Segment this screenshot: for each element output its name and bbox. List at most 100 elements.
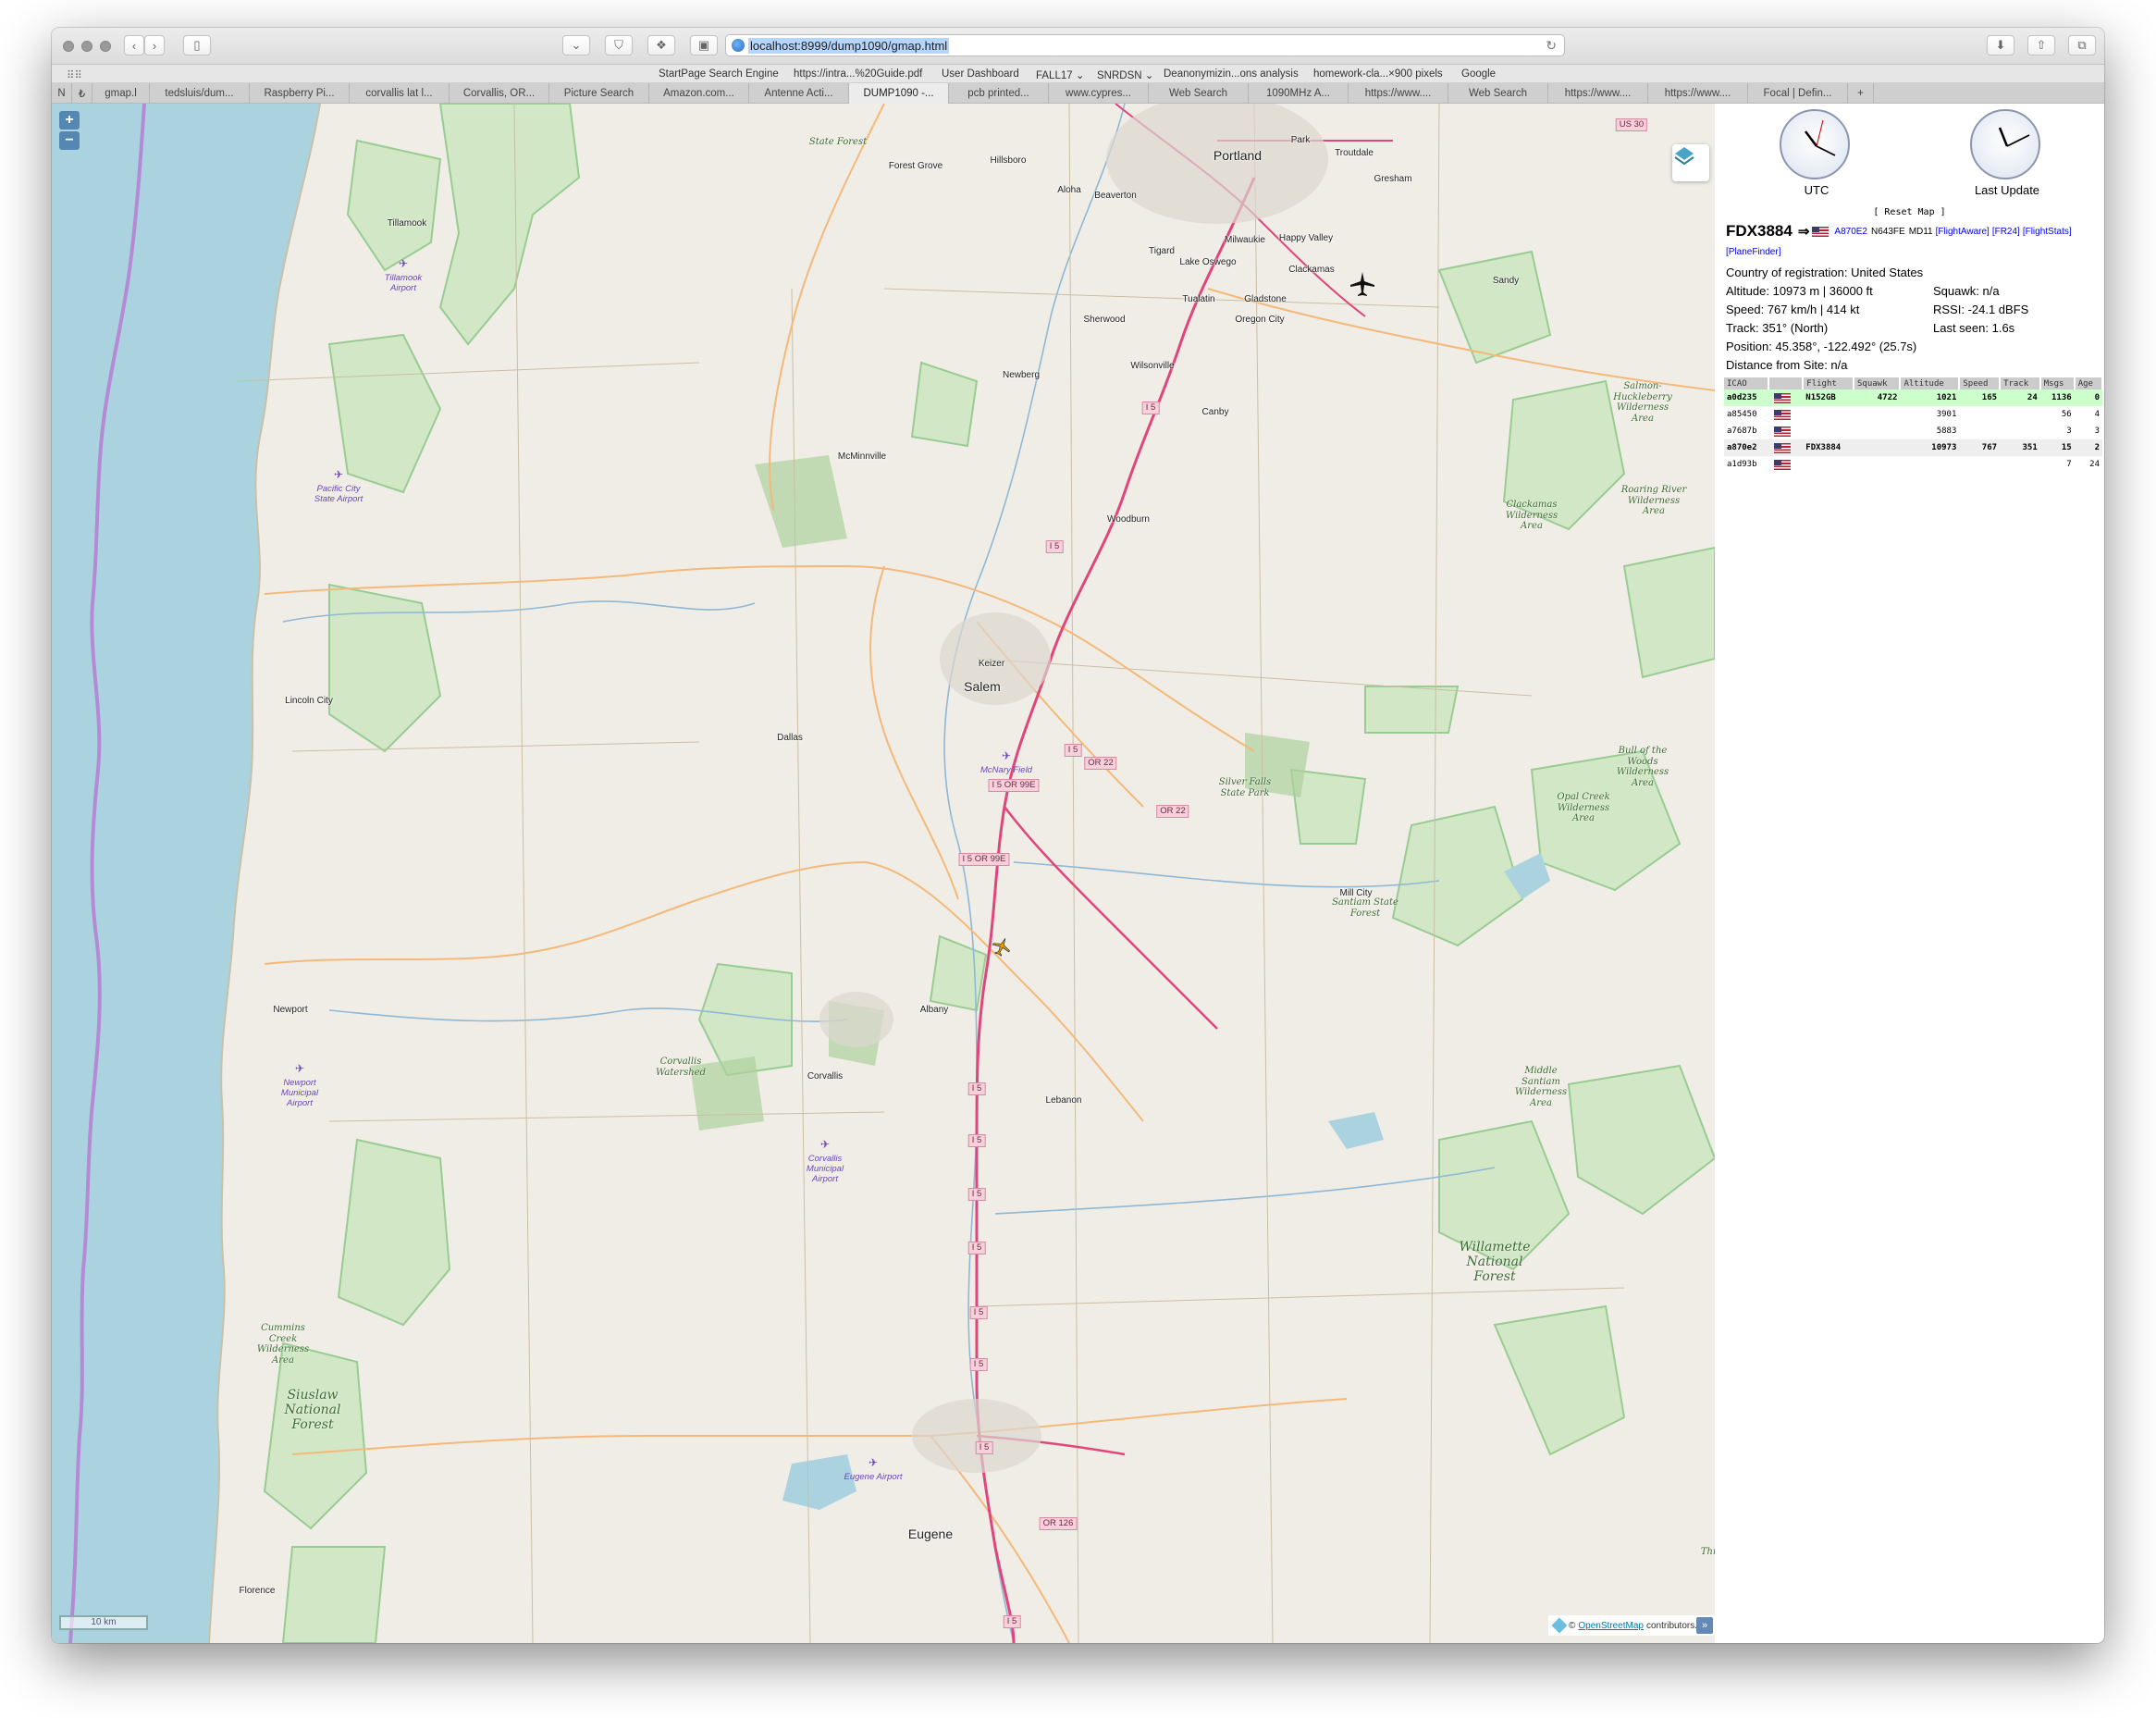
browser-tab[interactable]: DUMP1090 -...: [849, 83, 949, 104]
browser-tab[interactable]: Raspberry Pi...: [250, 83, 350, 104]
column-header[interactable]: Msgs: [2039, 377, 2076, 389]
bookmark-item[interactable]: User Dashboard: [942, 68, 1019, 80]
column-header[interactable]: Track: [2000, 377, 2041, 389]
browser-tab[interactable]: Antenne Acti...: [749, 83, 849, 104]
aircraft-type: MD11: [1908, 226, 1933, 237]
route-shield: OR 126: [1039, 1517, 1078, 1531]
table-row[interactable]: a7687b 5883 3 3: [1724, 423, 2102, 439]
last-update-clock-face: [1970, 109, 2040, 179]
speed-cell: 767: [1959, 439, 2001, 456]
column-header[interactable]: Age: [2074, 377, 2104, 389]
browser-tab[interactable]: ₺: [72, 83, 92, 104]
browser-tab[interactable]: tedsluis/dum...: [150, 83, 250, 104]
icao-link[interactable]: A870E2: [1834, 227, 1867, 237]
table-body: a0d235 N152GB 4722 1021 165 24 1136 0 a85450 3901…: [1724, 389, 2102, 473]
browser-tab[interactable]: gmap.l: [92, 83, 150, 104]
browser-tab[interactable]: Web Search: [1448, 83, 1548, 104]
speed-text: Speed: 767 km/h | 414 kt: [1726, 303, 1860, 316]
sidebar-button[interactable]: ▯: [183, 35, 211, 56]
place-label: Troutdale: [1335, 148, 1374, 158]
pocket-button[interactable]: ⌄: [562, 35, 590, 56]
table-row[interactable]: a0d235 N152GB 4722 1021 165 24 1136 0: [1724, 389, 2102, 406]
flightstats-link[interactable]: [FlightStats]: [2023, 227, 2072, 237]
address-bar[interactable]: localhost:8999/dump1090/gmap.html ↻: [725, 34, 1565, 56]
flag-cell: [1768, 456, 1803, 473]
map-canvas[interactable]: Portland Gresham Troutdale Hillsboro Forest …: [52, 104, 1715, 1643]
us-flag-icon: [1773, 442, 1791, 453]
zoom-out-button[interactable]: −: [59, 131, 80, 150]
browser-tab[interactable]: Amazon.com...: [649, 83, 749, 104]
downloads-button[interactable]: ⬇: [1987, 35, 2014, 56]
bookmark-item[interactable]: https://intra...%20Guide.pdf: [794, 68, 922, 80]
flight-cell: FDX3884: [1803, 439, 1854, 456]
bookmark-item[interactable]: Google: [1461, 68, 1496, 80]
sidebar-icon: ▯: [193, 38, 201, 52]
track-cell: [2000, 423, 2040, 439]
bookmark-item[interactable]: SNRDSN ⌄: [1097, 68, 1153, 81]
zoom-in-button[interactable]: +: [59, 111, 80, 130]
browser-tab[interactable]: Focal | Defin...: [1748, 83, 1848, 104]
browser-tab[interactable]: corvallis lat l...: [350, 83, 450, 104]
column-header[interactable]: ICAO: [1724, 377, 1769, 389]
fr24-link[interactable]: [FR24]: [1992, 227, 2020, 237]
extension-button[interactable]: ❖: [647, 35, 675, 56]
forward-button[interactable]: ›: [144, 35, 165, 56]
layer-switcher-button[interactable]: [1672, 144, 1709, 181]
minimize-window-icon[interactable]: [81, 41, 92, 52]
bookmark-item[interactable]: FALL17 ⌄: [1036, 68, 1084, 81]
zoom-window-icon[interactable]: [100, 41, 111, 52]
browser-tab[interactable]: N: [52, 83, 72, 104]
airport-icon: ✈: [868, 1456, 879, 1469]
reload-icon[interactable]: ↻: [1546, 38, 1557, 54]
place-label: Albany: [919, 1005, 949, 1015]
url-text[interactable]: localhost:8999/dump1090/gmap.html: [748, 37, 950, 54]
column-header[interactable]: Altitude: [1900, 377, 1961, 389]
route-shield: I 5: [1003, 1615, 1021, 1629]
arrow-icon: ⇒: [1797, 224, 1810, 240]
new-tab-button[interactable]: +: [1848, 83, 1874, 104]
protected-area-label: Santiam State Forest: [1332, 897, 1398, 919]
table-row[interactable]: a85450 3901 56 4: [1724, 406, 2102, 423]
bookmark-item[interactable]: homework-cla...×900 pixels: [1313, 68, 1443, 80]
tab-bar: N ₺ gmap.l tedsluis/dum... Raspberry Pi... co…: [52, 83, 2104, 104]
column-header[interactable]: Squawk: [1854, 377, 1902, 389]
lock-button[interactable]: ▣: [690, 35, 718, 56]
place-label: Keizer: [978, 659, 1005, 669]
place-label: Lebanon: [1045, 1095, 1082, 1106]
flightaware-link[interactable]: [FlightAware]: [1936, 227, 1990, 237]
apps-grid-icon[interactable]: ⠿⠿: [67, 68, 82, 81]
column-header[interactable]: [1768, 377, 1805, 389]
table-row[interactable]: a870e2 FDX3884 10973 767 351 15 2: [1724, 439, 2102, 456]
osm-link[interactable]: OpenStreetMap: [1578, 1621, 1644, 1631]
column-header[interactable]: Speed: [1959, 377, 2002, 389]
column-header[interactable]: Flight: [1803, 377, 1854, 389]
browser-tab[interactable]: Corvallis, OR...: [450, 83, 549, 104]
age-cell: 4: [2094, 410, 2100, 419]
pocket-icon: ⌄: [571, 38, 582, 52]
table-row[interactable]: a1d93b 7 24: [1724, 456, 2102, 473]
shield-button[interactable]: ⛉: [605, 35, 633, 56]
attribution-toggle-button[interactable]: »: [1696, 1617, 1713, 1634]
lock-icon: ▣: [697, 38, 710, 52]
place-label: Salem: [964, 679, 1001, 694]
close-window-icon[interactable]: [63, 41, 74, 52]
browser-tab[interactable]: Picture Search: [549, 83, 649, 104]
tabs-overview-button[interactable]: ⧉: [2068, 35, 2096, 56]
back-button[interactable]: ‹: [124, 35, 144, 56]
share-button[interactable]: ⇧: [2027, 35, 2055, 56]
protected-area-label: Opal Creek Wilderness Area: [1557, 792, 1610, 823]
browser-tab[interactable]: pcb printed...: [949, 83, 1049, 104]
browser-tab[interactable]: www.cypres...: [1049, 83, 1149, 104]
browser-tab[interactable]: 1090MHz A...: [1249, 83, 1349, 104]
browser-tab[interactable]: Web Search: [1149, 83, 1249, 104]
aircraft-marker-fdx3884[interactable]: [1349, 270, 1376, 298]
reset-map-link[interactable]: [ Reset Map ]: [1715, 207, 2104, 217]
protected-area-label: Salmon-Huckleberry Wilderness Area: [1613, 381, 1672, 424]
planefinder-link[interactable]: [PlaneFinder]: [1726, 247, 1780, 257]
browser-tab[interactable]: https://www....: [1648, 83, 1748, 104]
browser-tab[interactable]: https://www....: [1548, 83, 1648, 104]
clock-hands-icon: [1805, 119, 1836, 156]
bookmark-item[interactable]: StartPage Search Engine: [659, 68, 779, 80]
browser-tab[interactable]: https://www....: [1349, 83, 1448, 104]
bookmark-item[interactable]: Deanonymizin...ons analysis: [1164, 68, 1299, 80]
